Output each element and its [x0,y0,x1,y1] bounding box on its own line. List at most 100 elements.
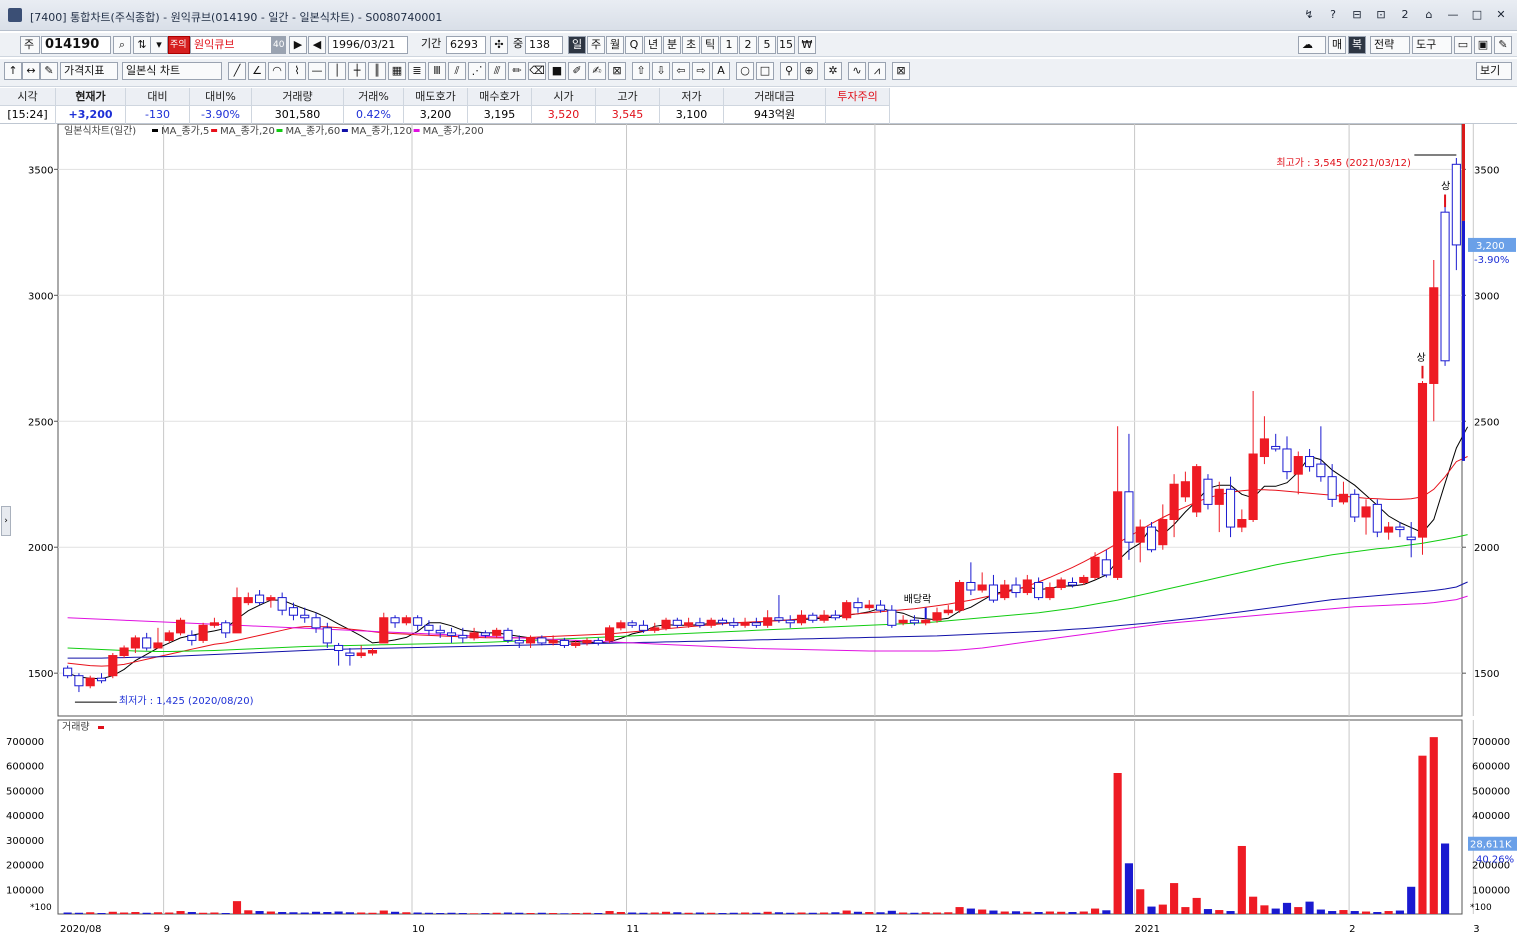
period-second-button[interactable]: 초 [682,36,700,54]
indicator-button[interactable]: 가격지표 [60,62,118,80]
delete-drawing-icon[interactable]: ⊠ [608,62,626,80]
period-quarter-button[interactable]: Q [625,36,643,54]
candlestick-chart[interactable]: 2020/08 9 10 11 12 2021 2 3 1500 1500 2000 2000 2500… [0,123,1517,938]
sort-icon[interactable]: ⇅ [133,36,151,54]
zoom-icon[interactable]: ⚲ [780,62,798,80]
interval-1-button[interactable]: 1 [720,36,738,54]
settings-icon[interactable]: ✲ [824,62,842,80]
y-axis-label-right: 1500 [1474,669,1499,680]
pin-icon[interactable]: ⌂ [1419,6,1439,24]
trendline-icon[interactable]: ╱ [228,62,246,80]
screen-icon[interactable]: ⊡ [1371,6,1391,24]
brush-icon[interactable]: ✐ [568,62,586,80]
angle-icon[interactable]: ∠ [248,62,266,80]
fibonacci-icon[interactable]: ≣ [408,62,426,80]
save-icon[interactable]: ▣ [1474,36,1492,54]
volume-bar [1057,911,1066,914]
arc-icon[interactable]: ◠ [268,62,286,80]
period-day-button[interactable]: 일 [568,36,586,54]
arrow-left-icon[interactable]: ⇦ [672,62,690,80]
legend-swatch [413,129,420,132]
open-icon[interactable]: ▭ [1454,36,1472,54]
trade-button[interactable]: 매 [1328,36,1346,54]
tools-button[interactable]: 도구 [1412,36,1452,54]
edit-icon[interactable]: ✎ [40,62,58,80]
volume-bar [503,912,513,914]
rectangle-icon[interactable]: □ [756,62,774,80]
grid-lines-icon[interactable]: ▦ [388,62,406,80]
market-select[interactable]: 주 [20,36,40,54]
show-count-label: 중 [513,37,524,50]
cross-line-icon[interactable]: ┼ [348,62,366,80]
eraser-icon[interactable]: ⌫ [528,62,546,80]
pattern-icon[interactable]: ⩘ [868,62,886,80]
multi-button[interactable]: 복 [1348,36,1366,54]
arrow-down-icon[interactable]: ⇩ [652,62,670,80]
text-icon[interactable]: A [712,62,730,80]
show-count-input[interactable]: 138 [525,36,563,54]
parallel-lines-icon[interactable]: ║ [368,62,386,80]
monitor-number[interactable]: 2 [1395,6,1415,24]
layout-icon[interactable]: ⊟ [1347,6,1367,24]
volume-axis-label-left: 300000 [6,836,44,847]
help-icon[interactable]: ? [1323,6,1343,24]
side-panel-toggle[interactable]: › [1,506,11,536]
candle-body [1146,526,1157,551]
close-button[interactable]: ✕ [1491,6,1511,24]
candle-body [266,597,276,601]
date-field[interactable]: 1996/03/21 [328,36,408,54]
vertical-line-icon[interactable]: │ [328,62,346,80]
cloud-icon[interactable]: ☁ [1298,36,1326,54]
prev-arrow-icon[interactable]: ◀ [308,36,326,54]
view-button[interactable]: 보기 [1476,62,1512,80]
pencil-icon[interactable]: ✏ [508,62,526,80]
period-minute-button[interactable]: 분 [663,36,681,54]
cycle-lines-icon[interactable]: Ⅲ [428,62,446,80]
horizontal-line-icon[interactable]: — [308,62,326,80]
note-icon[interactable]: ✍ [588,62,606,80]
up-arrow-icon[interactable]: ↑ [4,62,22,80]
search-icon[interactable]: ⌕ [113,36,131,54]
volume-bar [492,912,501,914]
interval-5-button[interactable]: 5 [758,36,776,54]
arrow-right-icon[interactable]: ⇨ [692,62,710,80]
candle-body [164,632,174,641]
dropdown-icon[interactable]: ▾ [150,36,168,54]
gann-icon[interactable]: ⫻ [488,62,506,80]
minimize-button[interactable]: — [1443,6,1463,24]
color-icon[interactable]: ■ [548,62,566,80]
volume-bar [413,912,422,914]
channel-icon[interactable]: ⫽ [448,62,466,80]
crosshair-icon[interactable]: ✣ [490,36,508,54]
interval-2-button[interactable]: 2 [739,36,757,54]
zoom-area-icon[interactable]: ⊕ [800,62,818,80]
expand-icon[interactable]: ↔ [22,62,40,80]
x-axis-label: 2 [1349,924,1355,935]
x-axis-label: 11 [627,924,640,935]
legend-swatch [211,129,218,132]
stock-code-input[interactable]: 014190 [41,36,111,54]
clear-icon[interactable]: ⊠ [892,62,910,80]
currency-button[interactable]: ₩ [798,36,816,54]
andrews-icon[interactable]: ⋰ [468,62,486,80]
fan-icon[interactable]: ⌇ [288,62,306,80]
wave-icon[interactable]: ∿ [848,62,866,80]
period-tick-button[interactable]: 틱 [701,36,719,54]
maximize-button[interactable]: □ [1467,6,1487,24]
next-arrow-icon[interactable]: ▶ [289,36,307,54]
period-week-button[interactable]: 주 [587,36,605,54]
wrench-icon[interactable]: ✎ [1494,36,1512,54]
volume-bar [989,910,998,914]
strategy-button[interactable]: 전략 [1370,36,1410,54]
candle-body [1101,559,1111,576]
period-year-button[interactable]: 년 [644,36,662,54]
period-month-button[interactable]: 월 [606,36,624,54]
chart-type-select[interactable]: 일본식 차트 [122,62,222,80]
interval-15-button[interactable]: 15 [777,36,795,54]
link-icon[interactable]: ↯ [1299,6,1319,24]
volume-unit-right: *100 [1470,903,1492,913]
chart-area[interactable]: 2020/08 9 10 11 12 2021 2 3 1500 1500 2000 2000 2500… [0,123,1517,938]
arrow-up-icon[interactable]: ⇧ [632,62,650,80]
period-input[interactable]: 6293 [446,36,486,54]
circle-icon[interactable]: ○ [736,62,754,80]
